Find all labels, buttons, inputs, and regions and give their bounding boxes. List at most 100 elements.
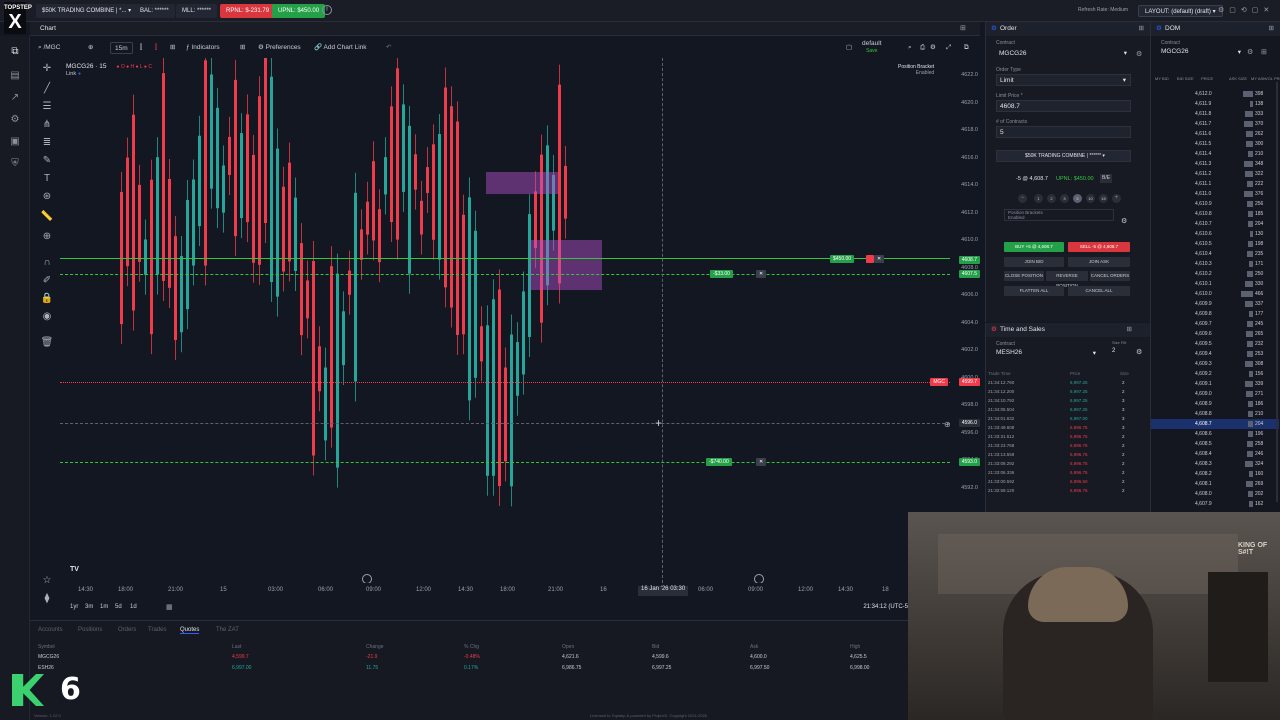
add-symbol-icon[interactable]: ⊕ (88, 42, 93, 54)
price-chart[interactable]: + $450.00 ✕ -$33.00 ✕ -$740.00 ✕ ⊕ TV (60, 58, 950, 583)
lock-icon[interactable]: 🔒 (40, 292, 54, 306)
join-ask-button[interactable]: JOIN ASK (1068, 257, 1130, 267)
dom-row[interactable]: 4,608.2 160 (1151, 469, 1279, 479)
qty-button-15[interactable]: 15 (1099, 194, 1108, 203)
qty-button-10[interactable]: 10 (1086, 194, 1095, 203)
dom-row[interactable]: 4,610.4 235 (1151, 249, 1279, 259)
sell-button[interactable]: SELL -5 @ 4,608.7 (1068, 242, 1130, 252)
dom-row[interactable]: 4,611.0 376 (1151, 189, 1279, 199)
stop-loss-line[interactable] (60, 462, 950, 463)
zoom-in-icon[interactable]: ⊕ (40, 230, 54, 244)
supply-zone-box[interactable] (486, 172, 558, 194)
magnet-icon[interactable]: ∩ (40, 256, 54, 270)
dom-row[interactable]: 4,611.3 348 (1151, 159, 1279, 169)
entry-cancel-icon[interactable]: ✕ (756, 270, 767, 278)
reverse-position-button[interactable]: REVERSE POSITION (1046, 271, 1088, 288)
quotes-tab[interactable]: Orders (118, 627, 136, 633)
add-panel-icon[interactable]: ⊞ (960, 24, 966, 32)
range-button-5d[interactable]: 5d (115, 604, 122, 610)
indicators-button[interactable]: ƒ Indicators (186, 42, 220, 54)
dom-row[interactable]: 4,611.2 322 (1151, 169, 1279, 179)
take-profit-line[interactable] (60, 258, 950, 259)
quotes-tab[interactable]: Accounts (38, 627, 63, 633)
dom-row[interactable]: 4,609.4 253 (1151, 349, 1279, 359)
dom-row[interactable]: 4,608.3 324 (1151, 459, 1279, 469)
dom-row[interactable]: 4,611.9 138 (1151, 99, 1279, 109)
text-icon[interactable]: T (40, 172, 54, 186)
dom-row[interactable]: 4,611.1 222 (1151, 179, 1279, 189)
calendar-icon[interactable]: ▦ (166, 603, 173, 611)
contracts-input[interactable]: 5 (996, 126, 1131, 138)
dom-scrollbar[interactable] (1276, 82, 1278, 502)
dom-row[interactable]: 4,609.5 232 (1151, 339, 1279, 349)
dom-row[interactable]: 4,609.2 156 (1151, 369, 1279, 379)
symbol-search[interactable]: ⌕ /MGC (38, 42, 60, 54)
dom-row[interactable]: 4,608.0 202 (1151, 489, 1279, 499)
trash-icon[interactable]: 🗑 (40, 336, 54, 350)
dom-row[interactable]: 4,608.6 196 (1151, 429, 1279, 439)
dom-row[interactable]: 4,611.7 370 (1151, 119, 1279, 129)
undo-icon[interactable]: ↶ (386, 42, 391, 54)
qty-button-3[interactable]: 3 (1060, 194, 1069, 203)
contract-select[interactable]: MGCG26 ▾ (996, 48, 1131, 60)
crosshair-icon[interactable]: ✛ (40, 62, 54, 76)
size-filter-input[interactable]: 2 (1112, 348, 1115, 354)
range-button-1m[interactable]: 1m (100, 604, 108, 610)
dom-row[interactable]: 4,610.1 330 (1151, 279, 1279, 289)
dom-row[interactable]: 4,609.7 245 (1151, 319, 1279, 329)
dom-row[interactable]: 4,611.4 210 (1151, 149, 1279, 159)
info-icon[interactable]: ! (322, 5, 332, 15)
dom-row[interactable]: 4,609.1 339 (1151, 379, 1279, 389)
dom-contract-select[interactable]: MGCG26 ▾ (1161, 48, 1241, 56)
range-button-3m[interactable]: 3m (85, 604, 93, 610)
candles-icon[interactable]: ⫿ (155, 42, 157, 54)
lock-drawing-icon[interactable]: ✐ (40, 274, 54, 288)
close-position-button[interactable]: CLOSE POSITION (1004, 271, 1044, 281)
chart-settings-icon[interactable]: ⚙ (930, 42, 936, 54)
eye-icon[interactable]: ◉ (40, 310, 54, 324)
stop-cancel-icon[interactable]: ✕ (756, 458, 767, 466)
price-axis[interactable]: 4622.0 4620.0 4618.0 4616.0 4614.0 4612.0 4610… (930, 58, 982, 583)
tv-icon[interactable]: ▣ (9, 136, 21, 148)
fib-icon[interactable]: ≣ (40, 136, 54, 150)
qty-button-5[interactable]: 5 (1073, 194, 1082, 203)
dom-row[interactable]: 4,610.0 466 (1151, 289, 1279, 299)
dom-row[interactable]: 4,610.5 198 (1151, 239, 1279, 249)
qty-button-1[interactable]: 1 (1034, 194, 1043, 203)
add-chart-link-button[interactable]: 🔗 Add Chart Link (314, 42, 367, 54)
range-button-1yr[interactable]: 1yr (70, 604, 78, 610)
cancel-all-button[interactable]: CANCEL ALL (1068, 286, 1130, 296)
dom-row[interactable]: 4,609.3 308 (1151, 359, 1279, 369)
entry-line[interactable] (60, 274, 950, 275)
limit-price-input[interactable]: 4608.7 (996, 100, 1131, 112)
pattern-icon[interactable]: ⊛ (40, 190, 54, 204)
dom-row[interactable]: 4,608.4 246 (1151, 449, 1279, 459)
window-controls[interactable]: ⚙▢⟲▢✕ (1218, 6, 1274, 14)
account-select[interactable]: $50K TRADING COMBINE | ****** ▾ (996, 150, 1131, 162)
qty-minus-icon[interactable]: − (1018, 194, 1027, 203)
dom-row[interactable]: 4,609.6 265 (1151, 329, 1279, 339)
dom-row[interactable]: 4,610.3 171 (1151, 259, 1279, 269)
time-axis[interactable]: 14:30 18:00 21:00 15 03:00 06:00 09:00 12:00 14:… (60, 585, 950, 599)
clock-display[interactable]: 21:34:12 (UTC-5) (863, 604, 910, 610)
star-icon[interactable]: ☆ (40, 574, 54, 588)
popout-icon[interactable]: ⧉ (964, 42, 969, 54)
shield-icon[interactable]: ⛨ (9, 158, 21, 170)
fullscreen-icon[interactable]: ▢ (846, 42, 852, 54)
dom-row[interactable]: 4,611.8 333 (1151, 109, 1279, 119)
dom-row[interactable]: 4,611.6 262 (1151, 129, 1279, 139)
dom-row[interactable]: 4,610.8 185 (1151, 209, 1279, 219)
template-selector[interactable]: default Save (862, 40, 882, 54)
cancel-orders-button[interactable]: CANCEL ORDERS (1090, 271, 1130, 281)
range-button-1d[interactable]: 1d (130, 604, 137, 610)
dom-row[interactable]: 4,608.1 269 (1151, 479, 1279, 489)
preferences-button[interactable]: ⚙ Preferences (258, 42, 301, 54)
quotes-tab[interactable]: Positions (78, 627, 102, 633)
order-type-select[interactable]: Limit ▾ (996, 74, 1131, 86)
demand-zone-box[interactable] (530, 240, 602, 290)
dom-row[interactable]: 4,611.5 300 (1151, 139, 1279, 149)
bracket-settings-icon[interactable]: ⚙ (1121, 217, 1127, 225)
brush-icon[interactable]: ✎ (40, 154, 54, 168)
timeframe-selector[interactable]: 15m (110, 42, 133, 54)
dom-row[interactable]: 4,607.9 162 (1151, 499, 1279, 509)
